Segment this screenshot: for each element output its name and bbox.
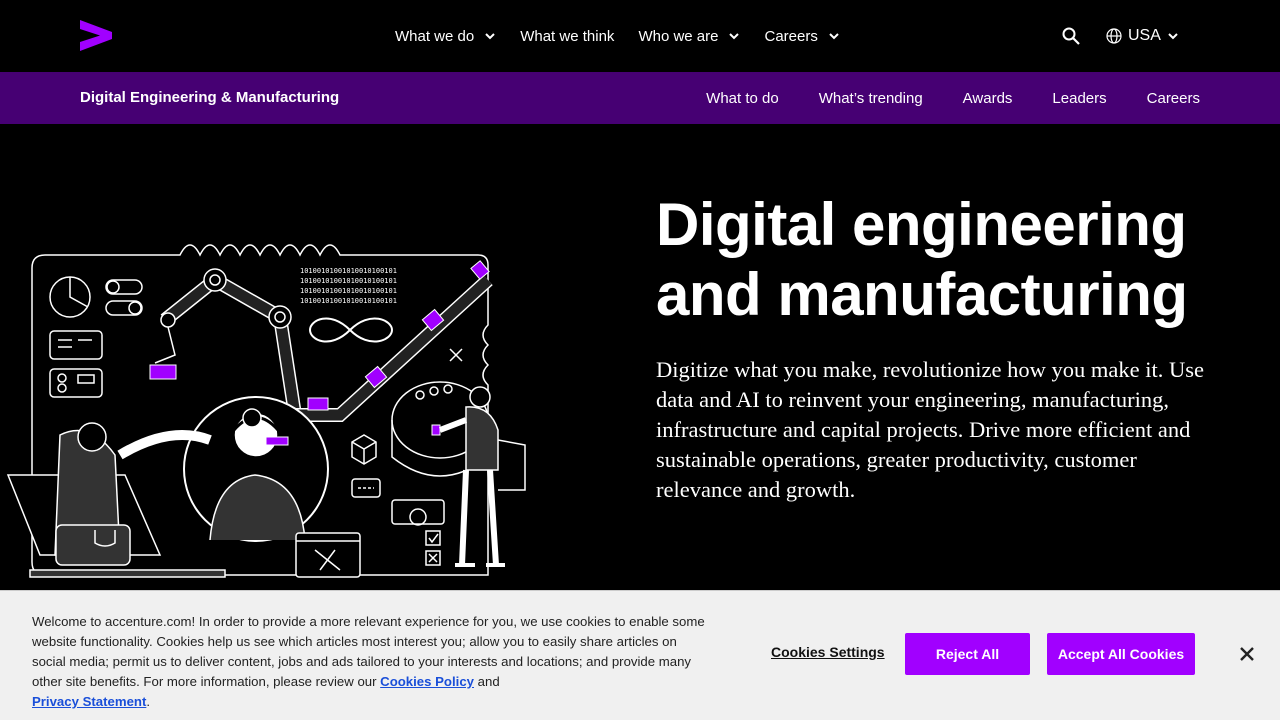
- nav-what-we-do[interactable]: What we do: [395, 28, 496, 45]
- svg-text:10100101001010010100101: 10100101001010010100101: [300, 297, 397, 305]
- cookie-message: Welcome to accenture.com! In order to pr…: [32, 612, 712, 712]
- privacy-statement-link[interactable]: Privacy Statement: [32, 694, 146, 709]
- chevron-down-icon: [1168, 33, 1178, 40]
- section-subnav: Digital Engineering & Manufacturing What…: [0, 72, 1280, 124]
- cookies-settings-button[interactable]: Cookies Settings: [771, 644, 885, 660]
- hero-title-line-2: and manufacturing: [656, 261, 1188, 328]
- pie-chart-icon: [49, 276, 91, 318]
- cookie-message-body: Welcome to accenture.com! In order to pr…: [32, 614, 705, 689]
- reject-all-button[interactable]: Reject All: [905, 633, 1030, 675]
- cookies-policy-link[interactable]: Cookies Policy: [380, 674, 474, 689]
- nav-label: What we think: [520, 27, 615, 45]
- globe-icon: [1106, 28, 1122, 44]
- search-icon[interactable]: [1062, 27, 1080, 45]
- nav-label: What we do: [395, 27, 475, 45]
- nav-label: Careers: [764, 27, 818, 45]
- close-icon[interactable]: [1239, 646, 1255, 662]
- cookie-end-text: .: [146, 694, 151, 709]
- subnav-link-awards[interactable]: Awards: [963, 90, 1013, 107]
- svg-text:10100101001010010100101: 10100101001010010100101: [300, 287, 397, 295]
- locale-label: USA: [1128, 27, 1161, 44]
- locale-selector[interactable]: USA: [1106, 27, 1179, 45]
- nav-careers[interactable]: Careers: [764, 28, 839, 45]
- chevron-down-icon: [729, 33, 740, 40]
- nav-who-we-are[interactable]: Who we are: [638, 28, 740, 45]
- subnav-link-leaders[interactable]: Leaders: [1052, 90, 1106, 107]
- top-navigation: What we do What we think Who we are Care…: [0, 0, 1280, 72]
- hero-description: Digitize what you make, revolutionize ho…: [656, 357, 1204, 502]
- hero-illustration: 10100101001010010100101 1010010100101001…: [6, 244, 526, 578]
- main-nav: What we do What we think Who we are Care…: [395, 0, 864, 72]
- chevron-down-icon: [485, 33, 495, 40]
- nav-utilities: USA: [1062, 0, 1179, 72]
- cookie-consent-banner: Welcome to accenture.com! In order to pr…: [0, 590, 1280, 720]
- section-links: What to do What’s trending Awards Leader…: [666, 72, 1200, 124]
- nav-what-we-think[interactable]: What we think: [520, 28, 614, 45]
- svg-text:10100101001010010100101: 10100101001010010100101: [300, 277, 397, 285]
- svg-text:10100101001010010100101: 10100101001010010100101: [300, 267, 397, 275]
- hero-title-line-1: Digital engineering: [656, 191, 1187, 258]
- subnav-link-what-to-do[interactable]: What to do: [706, 90, 779, 107]
- subnav-link-careers[interactable]: Careers: [1147, 90, 1200, 107]
- accept-all-cookies-button[interactable]: Accept All Cookies: [1047, 633, 1195, 675]
- hero-title: Digital engineering and manufacturing: [656, 190, 1256, 330]
- accenture-logo-icon[interactable]: [80, 20, 112, 52]
- nav-label: Who we are: [638, 27, 719, 45]
- section-title[interactable]: Digital Engineering & Manufacturing: [80, 72, 339, 124]
- subnav-link-whats-trending[interactable]: What’s trending: [819, 90, 923, 107]
- chevron-down-icon: [829, 33, 839, 40]
- cookie-and-text: and: [474, 674, 500, 689]
